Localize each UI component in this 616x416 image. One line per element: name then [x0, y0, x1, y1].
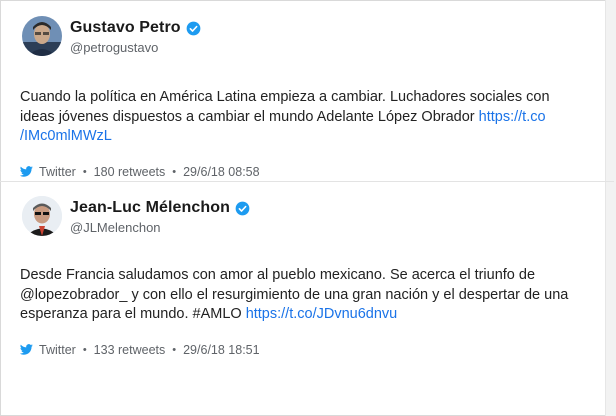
- scrollbar[interactable]: [605, 0, 616, 416]
- separator-dot: •: [82, 165, 87, 178]
- author-handle[interactable]: @petrogustavo: [70, 40, 158, 55]
- tweet-card: Gustavo Petro @petrogustavo Cuando la po…: [20, 16, 590, 179]
- tweet-timestamp[interactable]: 29/6/18 08:58: [183, 165, 259, 179]
- avatar[interactable]: [22, 196, 62, 236]
- tweet-meta: Twitter • 133 retweets • 29/6/18 18:51: [20, 343, 590, 357]
- tweet-header: Gustavo Petro @petrogustavo: [20, 16, 590, 60]
- tweet-text: Desde Francia saludamos con amor al pueb…: [20, 267, 569, 322]
- tweet-source[interactable]: Twitter: [39, 165, 76, 179]
- separator-dot: •: [82, 343, 87, 356]
- tweet-timestamp[interactable]: 29/6/18 18:51: [183, 343, 259, 357]
- verified-badge-icon: [186, 21, 201, 36]
- separator-dot: •: [172, 343, 177, 356]
- tweet-text: Cuando la política en América Latina emp…: [20, 89, 550, 144]
- tweet-divider: [0, 181, 614, 182]
- tweet-meta: Twitter • 180 retweets • 29/6/18 08:58: [20, 165, 590, 179]
- author-handle[interactable]: @JLMelenchon: [70, 220, 161, 235]
- retweet-count: 180 retweets: [93, 164, 166, 179]
- twitter-bird-icon: [20, 166, 33, 177]
- author-name[interactable]: Jean-Luc Mélenchon: [70, 199, 230, 217]
- tweet-source[interactable]: Twitter: [39, 343, 76, 357]
- twitter-bird-icon: [20, 344, 33, 355]
- separator-dot: •: [172, 165, 177, 178]
- avatar[interactable]: [22, 16, 62, 56]
- tweet-header: Jean-Luc Mélenchon @JLMelenchon: [20, 196, 590, 240]
- tweet-link[interactable]: https://t.co/JDvnu6dnvu: [246, 306, 398, 322]
- tweet-card: Jean-Luc Mélenchon @JLMelenchon Desde Fr…: [20, 196, 590, 357]
- verified-badge-icon: [235, 201, 250, 216]
- author-name[interactable]: Gustavo Petro: [70, 19, 181, 37]
- retweet-count: 133 retweets: [93, 342, 166, 357]
